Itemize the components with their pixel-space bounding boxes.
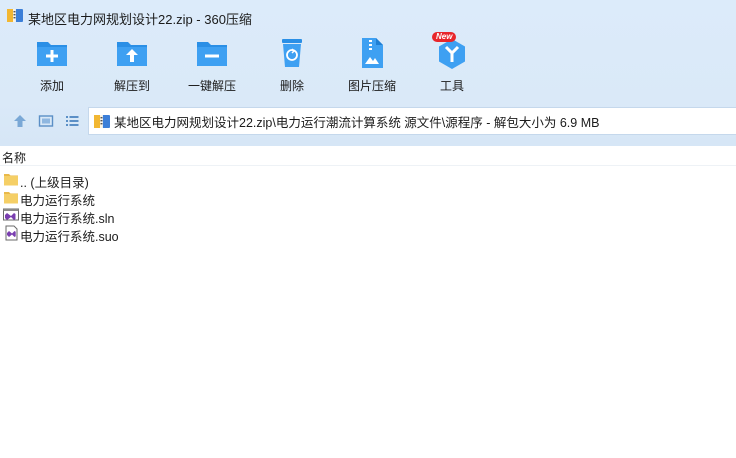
thumbnail-view-icon[interactable] bbox=[38, 113, 54, 129]
title-bar: 某地区电力网规划设计22.zip - 360压缩 bbox=[0, 0, 736, 32]
extract-to-icon bbox=[117, 42, 147, 66]
list-item-sln[interactable]: 电力运行系统.sln bbox=[0, 206, 736, 226]
add-button[interactable]: 添加 bbox=[12, 36, 92, 94]
extract-to-label: 解压到 bbox=[113, 79, 150, 93]
window-title: 某地区电力网规划设计22.zip - 360压缩 bbox=[28, 12, 252, 27]
address-bar[interactable]: 某地区电力网规划设计22.zip\电力运行潮流计算系统 源文件\源程序 - 解包… bbox=[88, 107, 736, 135]
folder-icon bbox=[4, 192, 18, 204]
zip-archive-icon bbox=[94, 115, 110, 128]
list-view-icon[interactable] bbox=[64, 113, 80, 129]
tools-label: 工具 bbox=[439, 79, 464, 93]
delete-label: 删除 bbox=[279, 79, 304, 93]
delete-button[interactable]: 删除 bbox=[252, 36, 332, 94]
visual-studio-options-icon bbox=[5, 225, 18, 241]
list-item-name: 电力运行系统.suo bbox=[20, 230, 119, 244]
file-list: 名称 .. (上级目录) 电力运行系统 电力运行系统.sln 电力运行系统.su… bbox=[0, 146, 736, 458]
image-compress-label: 图片压缩 bbox=[347, 79, 396, 93]
tools-button[interactable]: New 工具 bbox=[412, 32, 492, 94]
extract-to-button[interactable]: 解压到 bbox=[92, 36, 172, 94]
toolbar: 添加 解压到 一键解压 删除 图片压缩 New 工具 bbox=[0, 32, 736, 98]
folder-icon bbox=[4, 174, 18, 186]
list-item-folder[interactable]: 电力运行系统 bbox=[0, 188, 736, 208]
image-compress-button[interactable]: 图片压缩 bbox=[332, 36, 412, 94]
delete-icon bbox=[282, 39, 302, 67]
top-panel: 某地区电力网规划设计22.zip - 360压缩 添加 解压到 一键解压 删除 … bbox=[0, 0, 736, 146]
list-item-suo[interactable]: 电力运行系统.suo bbox=[0, 224, 736, 244]
add-icon bbox=[37, 42, 67, 66]
address-row: 某地区电力网规划设计22.zip\电力运行潮流计算系统 源文件\源程序 - 解包… bbox=[0, 107, 736, 135]
up-arrow-icon[interactable] bbox=[12, 113, 28, 129]
column-header-name[interactable]: 名称 bbox=[0, 146, 736, 166]
address-path: 某地区电力网规划设计22.zip\电力运行潮流计算系统 源文件\源程序 - 解包… bbox=[114, 115, 600, 130]
one-click-extract-button[interactable]: 一键解压 bbox=[172, 36, 252, 94]
one-click-extract-label: 一键解压 bbox=[187, 79, 236, 93]
visual-studio-solution-icon bbox=[3, 208, 19, 221]
zip-archive-icon bbox=[7, 9, 23, 22]
one-click-extract-icon bbox=[197, 42, 227, 66]
new-badge: New bbox=[432, 32, 457, 42]
image-compress-icon bbox=[362, 38, 383, 68]
add-label: 添加 bbox=[39, 79, 64, 93]
list-item-parent-dir[interactable]: .. (上级目录) bbox=[0, 170, 736, 190]
column-name-label: 名称 bbox=[2, 151, 27, 165]
